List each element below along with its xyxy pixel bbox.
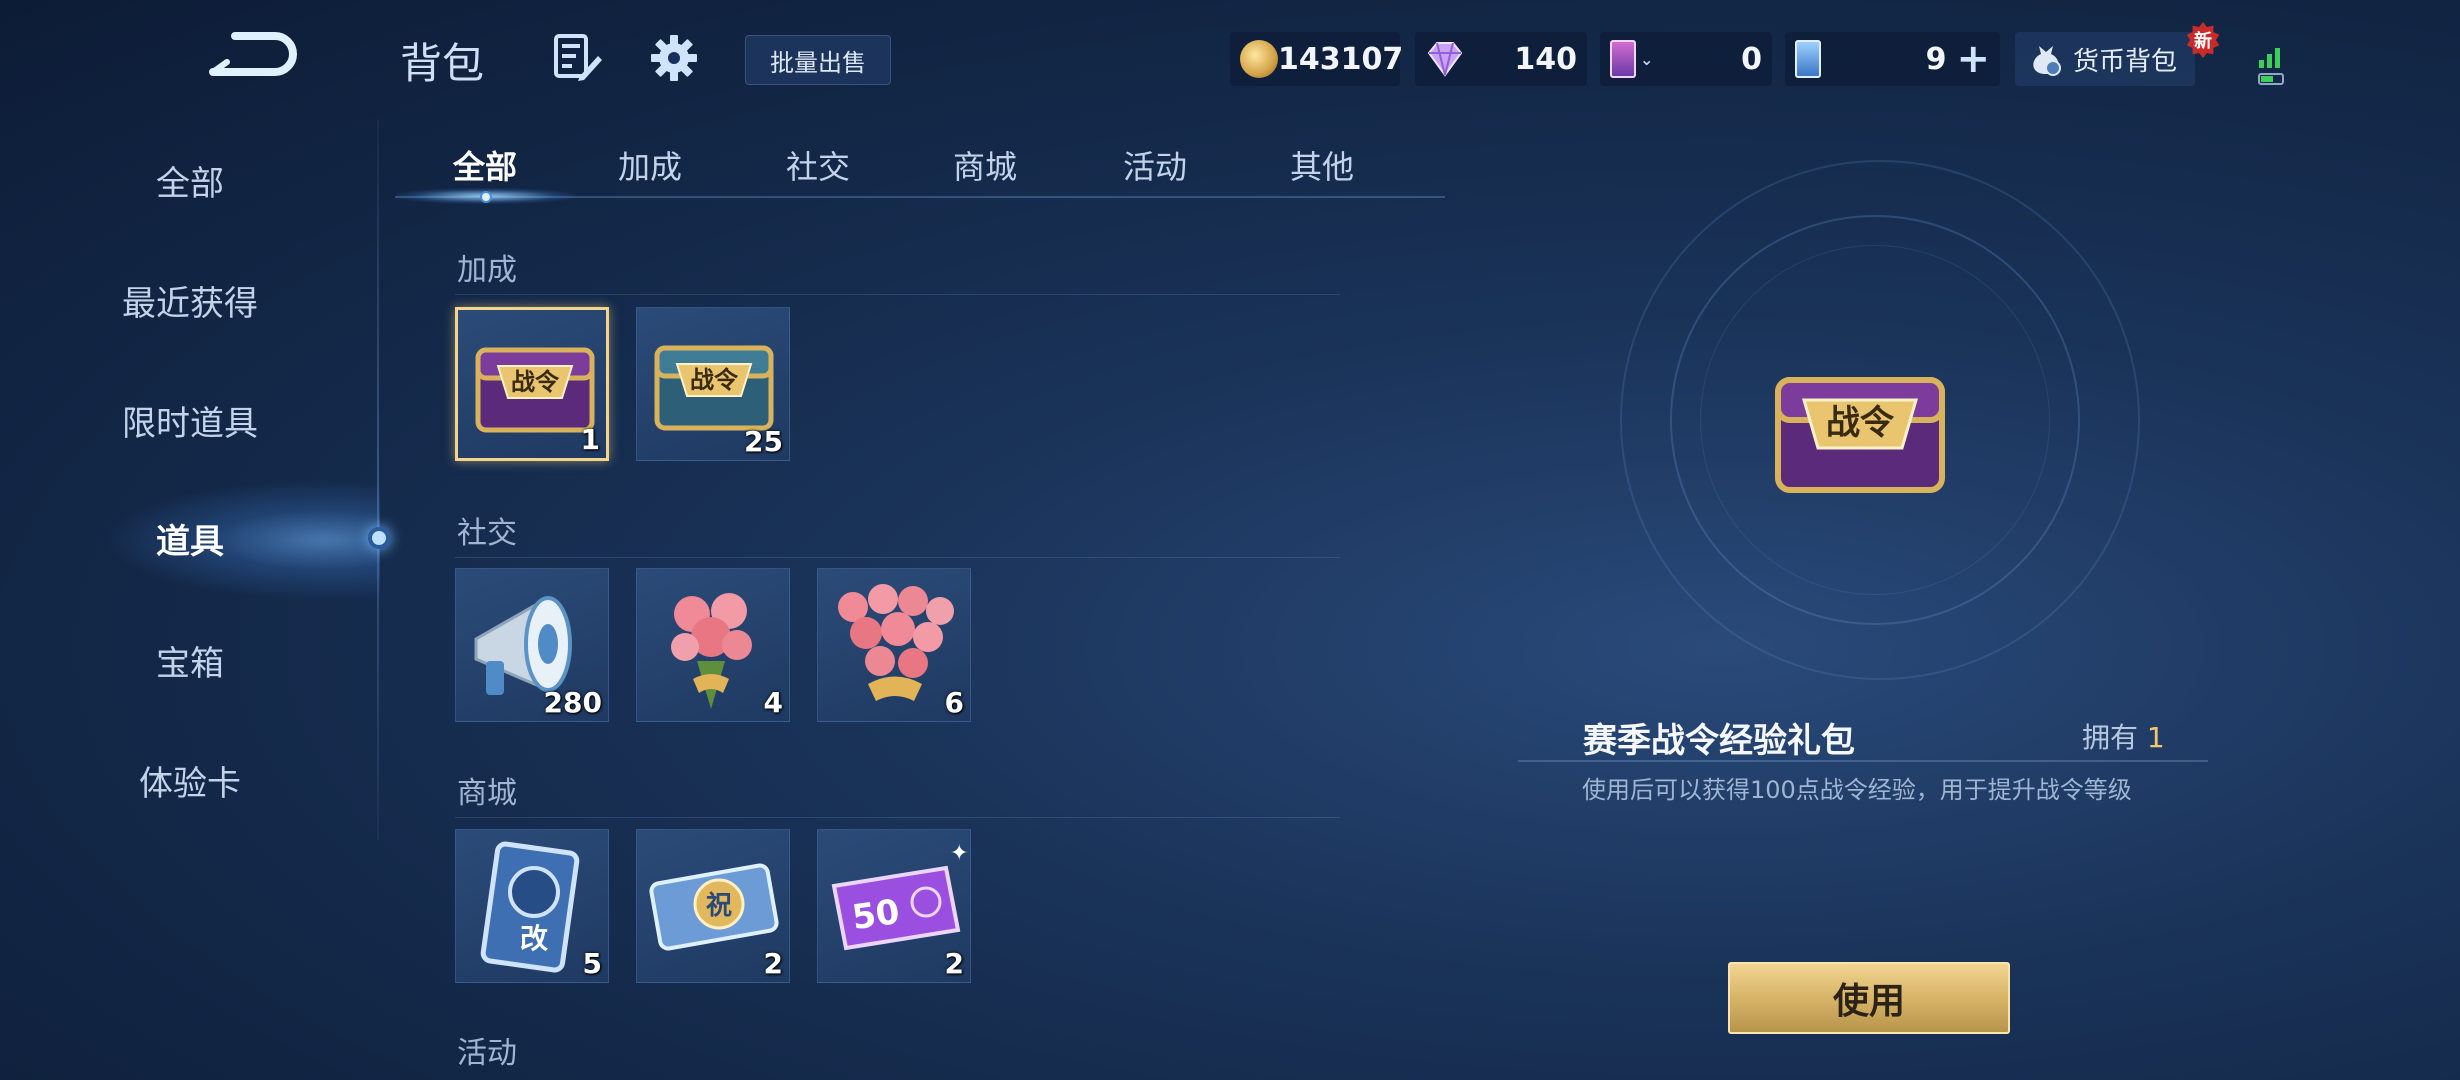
item-count: 4 [763, 686, 783, 719]
tab-event[interactable]: 活动 [1080, 135, 1230, 195]
signal-strength-icon [2258, 48, 2284, 85]
tab-social[interactable]: 社交 [743, 135, 893, 195]
sidebar-item-limited[interactable]: 限时道具 [0, 380, 380, 460]
inventory-item-purple-coupon[interactable]: 50 ✦ 2 [817, 829, 971, 983]
inventory-item-blue-ticket[interactable]: 祝 2 [636, 829, 790, 983]
sidebar-item-trial-card[interactable]: 体验卡 [0, 740, 380, 820]
edit-list-icon [554, 34, 602, 81]
owned-count: 1 [2146, 721, 2165, 754]
item-owned: 拥有 1 [2082, 716, 2165, 756]
detail-divider [1518, 760, 2208, 762]
currency-gold: 143107 [1230, 32, 1404, 86]
inventory-item-battle-pass-blue-chest[interactable]: 战令 25 [636, 307, 790, 461]
inventory-item-rename-card[interactable]: 改 5 [455, 829, 609, 983]
currency-diamond: 140 [1415, 32, 1587, 86]
item-count: 2 [944, 947, 964, 980]
back-arrow-icon [209, 32, 297, 76]
currency-bag-label: 货币背包 [2073, 46, 2178, 77]
gear-icon [651, 35, 697, 81]
currency-ticket-value: 9 [1925, 41, 1947, 77]
coupon-label: 50 [850, 892, 902, 938]
sidebar: 全部 最近获得 限时道具 道具 宝箱 体验卡 [0, 120, 380, 1080]
card-coupon-icon: ⌄ [1610, 40, 1653, 78]
use-button[interactable]: 使用 [1728, 962, 2010, 1034]
tab-boost[interactable]: 加成 [575, 135, 725, 195]
item-count: 2 [763, 947, 783, 980]
sidebar-item-chest[interactable]: 宝箱 [0, 620, 380, 700]
currency-ticket: 9 + [1785, 32, 2000, 86]
section-divider [455, 294, 1340, 295]
owned-label: 拥有 [2082, 721, 2139, 754]
currency-gold-value: 143107 [1278, 41, 1404, 77]
section-divider [455, 817, 1340, 818]
inventory-item-battle-pass-chest[interactable]: 战令 1 [455, 307, 609, 461]
tab-shop[interactable]: 商城 [910, 135, 1060, 195]
section-title-shop: 商城 [457, 776, 517, 811]
top-bar: 背包 批量出售 143107 140 ⌄ 0 9 + 货币背包 新 [0, 0, 2460, 120]
section-title-boost: 加成 [457, 253, 517, 288]
category-tabs: 全部 加成 社交 商城 活动 其他 [395, 135, 1445, 200]
ticket-icon [1795, 40, 1821, 78]
add-currency-button[interactable]: + [1956, 39, 1990, 79]
chest-label: 战令 [690, 366, 739, 394]
currency-bag-button[interactable]: 货币背包 [2015, 32, 2195, 86]
tab-all[interactable]: 全部 [410, 135, 560, 195]
sidebar-item-recent[interactable]: 最近获得 [0, 260, 380, 340]
svg-text:✦: ✦ [950, 841, 968, 866]
currency-card: ⌄ 0 [1600, 32, 1772, 86]
inventory-item-rose-bouquet-small[interactable]: 4 [636, 568, 790, 722]
edit-list-button[interactable] [552, 32, 604, 84]
inventory-item-megaphone[interactable]: 280 [455, 568, 609, 722]
chest-label: 战令 [511, 368, 560, 396]
money-bag-icon [2033, 46, 2061, 76]
item-count: 6 [944, 686, 964, 719]
item-count: 280 [543, 686, 602, 719]
page-title: 背包 [400, 39, 485, 88]
rename-label: 改 [520, 922, 548, 955]
sidebar-item-all[interactable]: 全部 [0, 140, 380, 220]
tab-other[interactable]: 其他 [1247, 135, 1397, 195]
diamond-icon [1427, 42, 1463, 77]
item-count: 5 [582, 947, 602, 980]
section-title-social: 社交 [457, 516, 517, 551]
sidebar-active-indicator [368, 527, 390, 549]
sidebar-item-items[interactable]: 道具 [0, 498, 380, 578]
inventory-item-rose-bouquet-large[interactable]: 6 [817, 568, 971, 722]
currency-diamond-value: 140 [1514, 41, 1577, 77]
section-title-event: 活动 [457, 1036, 517, 1071]
section-divider [455, 557, 1340, 558]
back-button[interactable] [205, 28, 305, 88]
bulk-sell-button[interactable]: 批量出售 [745, 35, 891, 85]
item-count: 25 [744, 425, 783, 458]
settings-button[interactable] [648, 32, 700, 84]
item-name: 赛季战令经验礼包 [1583, 721, 1855, 761]
currency-card-value: 0 [1741, 41, 1762, 77]
gold-coin-icon [1240, 40, 1278, 78]
selected-item-image: 战令 [1775, 377, 1945, 493]
chest-label: 战令 [1826, 403, 1895, 443]
item-description: 使用后可以获得100点战令经验，用于提升战令等级 [1582, 776, 2132, 804]
item-count: 1 [580, 423, 600, 456]
ticket-label: 祝 [706, 891, 732, 921]
